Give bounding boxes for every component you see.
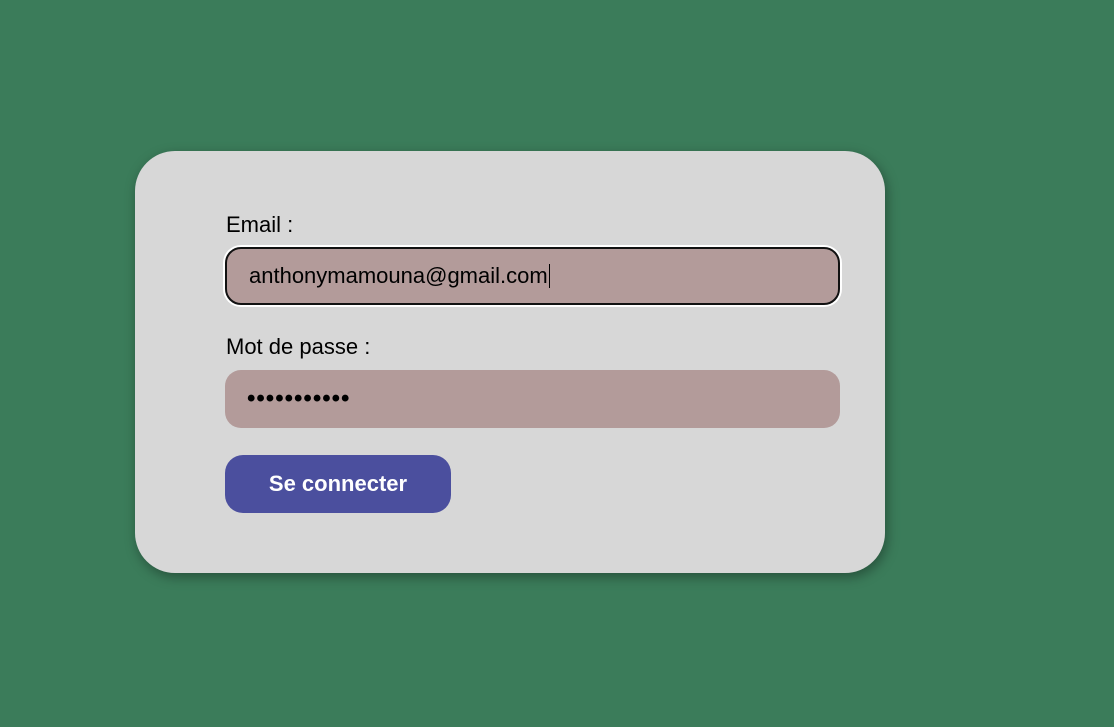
text-caret	[548, 264, 550, 288]
email-input-value: anthonymamouna@gmail.com	[249, 263, 548, 288]
email-input[interactable]: anthonymamouna@gmail.com	[225, 247, 840, 305]
login-card: Email : anthonymamouna@gmail.com Mot de …	[135, 151, 885, 573]
password-label: Mot de passe :	[226, 334, 371, 359]
email-label: Email :	[226, 212, 294, 237]
login-button[interactable]: Se connecter	[225, 455, 451, 513]
password-input[interactable]: •••••••••••	[225, 370, 840, 428]
password-input-value: •••••••••••	[247, 385, 351, 412]
